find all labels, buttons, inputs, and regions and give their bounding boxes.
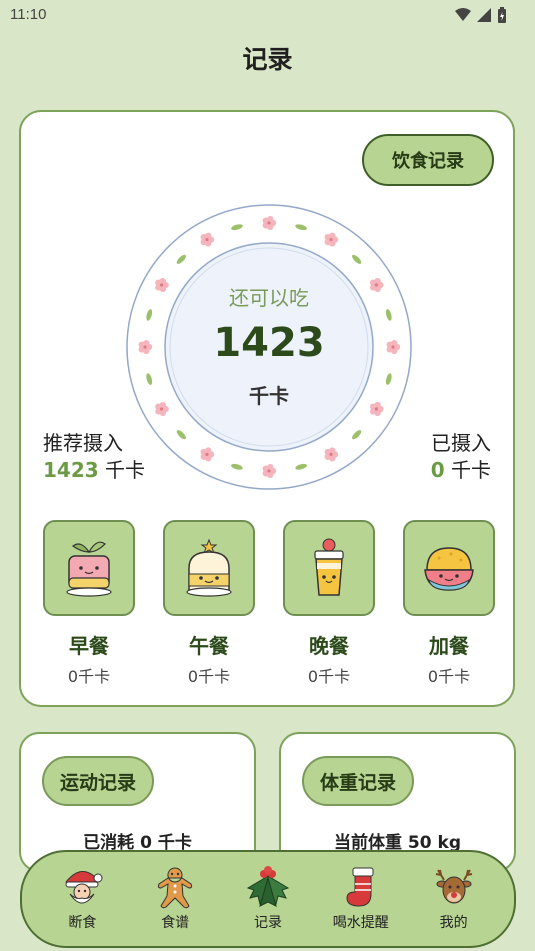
plate-flower-petal: [329, 232, 336, 240]
snack-bowl-icon: [424, 547, 474, 591]
status-bar: 11:10: [0, 0, 535, 30]
recommended-label: 推荐摄入: [43, 431, 123, 455]
meal-name: 加餐: [429, 634, 469, 658]
nav-label: 喝水提醒: [332, 915, 389, 931]
stocking-icon: [346, 867, 374, 907]
plate-flower-center: [205, 238, 209, 242]
meal-calories: 0千卡: [427, 667, 471, 686]
meal-breakfast[interactable]: 早餐 0千卡: [43, 520, 135, 687]
plate-flower-center: [329, 452, 333, 456]
dinner-button[interactable]: [283, 520, 375, 616]
nav-label: 记录: [253, 915, 282, 931]
recommended-intake: 推荐摄入 1423 千卡: [43, 430, 145, 484]
nav-label: 断食: [68, 915, 97, 931]
nav-label: 食谱: [161, 915, 190, 931]
reindeer-icon: [435, 869, 472, 904]
nav-item-record[interactable]: 记录: [228, 866, 308, 932]
status-icons: [455, 7, 507, 23]
lunch-cake-icon: [186, 538, 232, 597]
calorie-plate: 还可以吃 1423 千卡: [124, 202, 414, 492]
signal-icon: [477, 8, 491, 22]
plate-flower-center: [267, 469, 271, 473]
lunch-button[interactable]: [163, 520, 255, 616]
nav-item-recipes[interactable]: 食谱: [135, 866, 215, 932]
nav-item-water-reminder[interactable]: 喝水提醒: [321, 866, 401, 932]
recommended-unit: 千卡: [98, 458, 146, 482]
weight-record-button[interactable]: 体重记录: [302, 756, 415, 806]
santa-icon: [65, 871, 103, 904]
plate-flower-petal: [329, 447, 336, 454]
plate-flower-petal: [205, 232, 212, 240]
page-title: 记录: [242, 45, 293, 74]
remaining-label: 还可以吃: [229, 286, 309, 310]
calorie-card: 饮食记录 还可以吃 1423 千卡 推荐摄入 1423 千卡 已摄入 0 千卡: [19, 110, 515, 707]
meal-list: 早餐 0千卡 午餐 0千卡 晚餐 0千卡 加餐 0千卡: [43, 520, 495, 687]
meal-name: 晚餐: [309, 634, 349, 658]
meal-calories: 0千卡: [187, 667, 231, 686]
dinner-drink-icon: [314, 538, 344, 596]
meal-calories: 0千卡: [67, 667, 111, 686]
meal-name: 午餐: [189, 634, 229, 658]
snack-button[interactable]: [403, 520, 495, 616]
plate-flower-petal: [267, 463, 274, 471]
consumed-unit: 千卡: [444, 458, 491, 482]
gingerbread-icon: [158, 867, 193, 909]
breakfast-cup-icon: [66, 541, 112, 597]
consumed-value: 0: [430, 458, 445, 482]
breakfast-button[interactable]: [43, 520, 135, 616]
plate-flower-petal: [205, 447, 212, 454]
nav-item-profile[interactable]: 我的: [414, 866, 494, 932]
plate-flower-petal: [267, 215, 274, 223]
meal-name: 早餐: [69, 634, 109, 658]
holly-icon: [246, 866, 290, 907]
remaining-calories: 1423: [213, 320, 325, 366]
nav-item-fasting[interactable]: 断食: [42, 866, 122, 932]
plate-flower-center: [329, 238, 333, 242]
wifi-icon: [455, 8, 471, 21]
consumed-intake: 已摄入 0 千卡: [431, 430, 491, 484]
meal-dinner[interactable]: 晚餐 0千卡: [283, 520, 375, 687]
nav-label: 我的: [439, 915, 468, 931]
status-time: 11:10: [10, 6, 47, 23]
recommended-value: 1423: [43, 458, 99, 482]
plate-flower-center: [267, 221, 271, 225]
meal-lunch[interactable]: 午餐 0千卡: [163, 520, 255, 687]
bottom-nav: 断食 食谱 记录 喝水提醒 我的: [20, 850, 516, 948]
diet-record-button[interactable]: 饮食记录: [362, 134, 494, 186]
plate-flower-center: [205, 452, 209, 456]
meal-snack[interactable]: 加餐 0千卡: [403, 520, 495, 687]
remaining-unit: 千卡: [249, 384, 289, 408]
battery-icon: [498, 7, 506, 23]
meal-calories: 0千卡: [307, 667, 351, 686]
consumed-label: 已摄入: [431, 431, 491, 455]
sport-record-button[interactable]: 运动记录: [42, 756, 155, 806]
